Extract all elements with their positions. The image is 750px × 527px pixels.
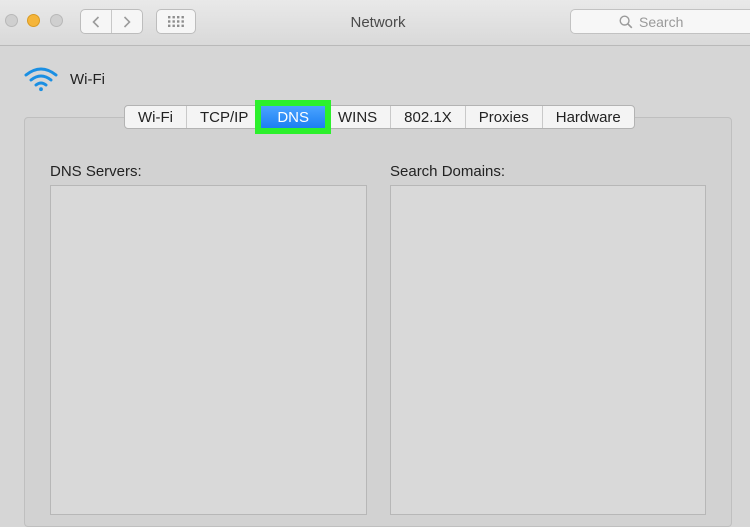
- search-input[interactable]: [639, 13, 749, 30]
- tab-802-1x[interactable]: 802.1X: [390, 106, 465, 128]
- interface-header: Wi-Fi: [24, 66, 105, 92]
- title-bar: Network: [0, 0, 750, 46]
- interface-name: Wi-Fi: [70, 70, 105, 88]
- dns-servers-list[interactable]: [50, 185, 367, 515]
- search-field[interactable]: [570, 9, 750, 34]
- tab-tcp-ip[interactable]: TCP/IP: [185, 106, 261, 128]
- tab-hardware[interactable]: Hardware: [541, 106, 634, 128]
- dns-servers-label: DNS Servers:: [50, 163, 142, 180]
- wifi-icon: [24, 67, 58, 92]
- tab-proxies[interactable]: Proxies: [464, 106, 542, 128]
- search-domains-label: Search Domains:: [390, 163, 506, 180]
- tab-wifi[interactable]: Wi-Fi: [125, 106, 186, 128]
- tab-dns[interactable]: DNS: [255, 100, 331, 134]
- tab-bar: Wi-Fi TCP/IP DNS WINS 802.1X Proxies Har…: [124, 100, 635, 134]
- search-domains-list[interactable]: [390, 185, 706, 515]
- tab-wins[interactable]: WINS: [325, 106, 390, 128]
- search-icon: [619, 14, 633, 28]
